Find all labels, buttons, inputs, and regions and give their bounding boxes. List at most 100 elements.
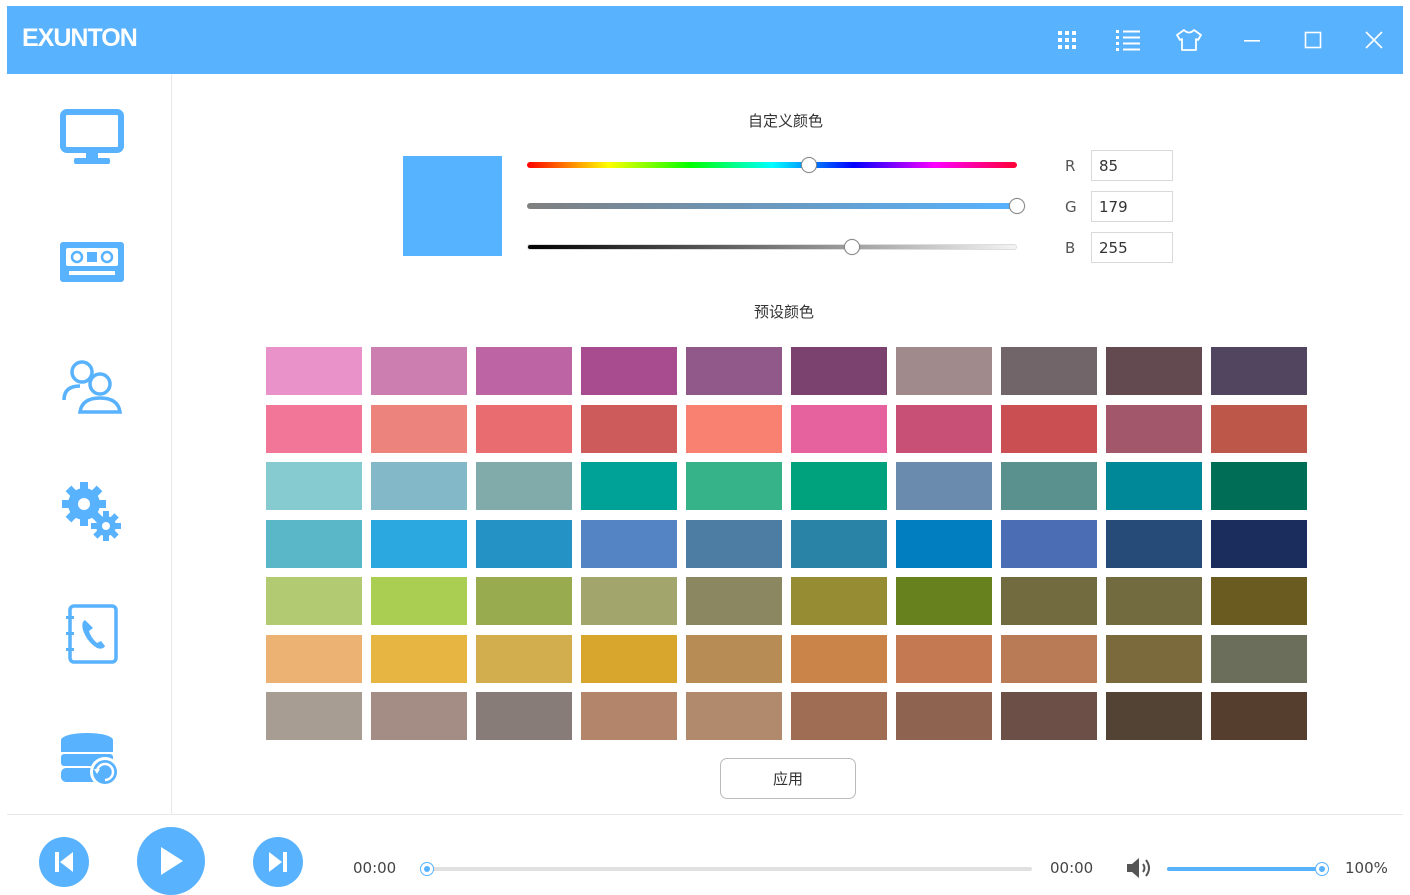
color-swatch[interactable] [686, 347, 782, 395]
color-swatch[interactable] [896, 519, 992, 568]
play-button[interactable] [137, 827, 205, 895]
color-swatch[interactable] [476, 404, 572, 453]
color-swatch[interactable] [791, 462, 887, 510]
color-swatch[interactable] [791, 404, 887, 453]
close-icon[interactable] [1359, 25, 1389, 55]
color-swatch[interactable] [791, 519, 887, 568]
apply-button[interactable]: 应用 [720, 758, 856, 799]
color-swatch[interactable] [581, 404, 677, 453]
color-swatch[interactable] [686, 634, 782, 683]
color-swatch[interactable] [371, 519, 467, 568]
color-swatch[interactable] [266, 404, 362, 453]
color-swatch[interactable] [686, 404, 782, 453]
progress-slider[interactable] [420, 862, 1032, 876]
color-swatch[interactable] [1106, 519, 1202, 568]
color-swatch[interactable] [1211, 462, 1307, 510]
color-swatch[interactable] [581, 462, 677, 510]
color-swatch[interactable] [266, 519, 362, 568]
color-swatch[interactable] [581, 577, 677, 625]
skin-icon[interactable] [1174, 25, 1204, 55]
g-input[interactable] [1091, 191, 1173, 222]
color-swatch[interactable] [266, 347, 362, 395]
sidebar-item-settings[interactable] [52, 472, 132, 552]
color-swatch[interactable] [791, 634, 887, 683]
hue-slider-thumb[interactable] [800, 157, 817, 173]
color-swatch[interactable] [371, 577, 467, 625]
color-swatch[interactable] [581, 347, 677, 395]
color-swatch[interactable] [476, 519, 572, 568]
volume-slider[interactable] [1167, 862, 1329, 876]
color-swatch[interactable] [1106, 692, 1202, 740]
color-swatch[interactable] [686, 577, 782, 625]
color-swatch[interactable] [896, 577, 992, 625]
color-swatch[interactable] [1211, 347, 1307, 395]
color-swatch[interactable] [476, 634, 572, 683]
color-swatch[interactable] [476, 347, 572, 395]
color-swatch[interactable] [581, 692, 677, 740]
color-swatch[interactable] [266, 462, 362, 510]
volume-icon[interactable] [1125, 855, 1153, 885]
color-swatch[interactable] [581, 634, 677, 683]
color-swatch[interactable] [1211, 634, 1307, 683]
brightness-slider-thumb[interactable] [843, 239, 860, 255]
color-swatch[interactable] [266, 577, 362, 625]
color-swatch[interactable] [1211, 692, 1307, 740]
color-swatch[interactable] [266, 634, 362, 683]
color-swatch[interactable] [1001, 519, 1097, 568]
saturation-slider-thumb[interactable] [1009, 198, 1025, 214]
color-swatch[interactable] [896, 347, 992, 395]
minimize-icon[interactable] [1237, 25, 1267, 55]
color-swatch[interactable] [686, 462, 782, 510]
color-swatch[interactable] [1106, 577, 1202, 625]
r-input[interactable] [1091, 150, 1173, 181]
next-button[interactable] [253, 837, 303, 887]
sidebar-item-monitor[interactable] [52, 98, 132, 178]
previous-button[interactable] [39, 837, 89, 887]
color-swatch[interactable] [1001, 347, 1097, 395]
hue-slider[interactable] [527, 157, 1017, 173]
color-swatch[interactable] [476, 692, 572, 740]
color-swatch[interactable] [686, 519, 782, 568]
color-swatch[interactable] [896, 634, 992, 683]
color-swatch[interactable] [1001, 462, 1097, 510]
color-swatch[interactable] [371, 634, 467, 683]
color-swatch[interactable] [371, 347, 467, 395]
color-swatch[interactable] [266, 692, 362, 740]
color-swatch[interactable] [896, 462, 992, 510]
color-swatch[interactable] [1001, 577, 1097, 625]
color-swatch[interactable] [896, 404, 992, 453]
saturation-slider[interactable] [527, 198, 1025, 214]
color-swatch[interactable] [791, 347, 887, 395]
color-swatch[interactable] [791, 577, 887, 625]
color-swatch[interactable] [1106, 462, 1202, 510]
sidebar-item-cassette[interactable] [52, 222, 132, 302]
sidebar-item-database[interactable] [52, 720, 132, 800]
color-swatch[interactable] [686, 692, 782, 740]
color-swatch[interactable] [896, 692, 992, 740]
color-swatch[interactable] [1211, 519, 1307, 568]
brightness-slider[interactable] [527, 239, 1017, 255]
grid-icon[interactable] [1052, 25, 1082, 55]
sidebar-item-phonebook[interactable] [52, 594, 132, 674]
color-swatch[interactable] [1211, 577, 1307, 625]
maximize-icon[interactable] [1298, 25, 1328, 55]
color-swatch[interactable] [581, 519, 677, 568]
color-swatch[interactable] [1001, 404, 1097, 453]
color-swatch[interactable] [1106, 634, 1202, 683]
color-swatch[interactable] [476, 462, 572, 510]
color-swatch[interactable] [791, 692, 887, 740]
color-swatch[interactable] [1001, 634, 1097, 683]
color-swatch[interactable] [1211, 404, 1307, 453]
volume-thumb[interactable] [1315, 862, 1329, 876]
color-swatch[interactable] [371, 692, 467, 740]
color-swatch[interactable] [1001, 692, 1097, 740]
color-swatch[interactable] [1106, 404, 1202, 453]
color-swatch[interactable] [1106, 347, 1202, 395]
color-swatch[interactable] [371, 462, 467, 510]
sidebar-item-users[interactable] [52, 346, 132, 426]
color-swatch[interactable] [371, 404, 467, 453]
color-swatch[interactable] [476, 577, 572, 625]
b-input[interactable] [1091, 232, 1173, 263]
progress-thumb[interactable] [420, 862, 434, 876]
list-icon[interactable] [1113, 25, 1143, 55]
